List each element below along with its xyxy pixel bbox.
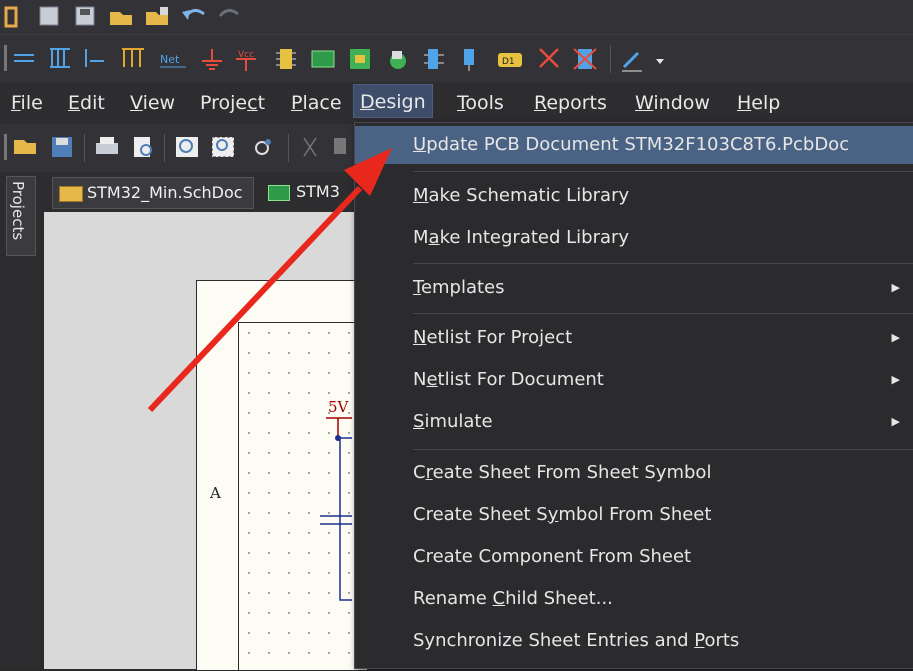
arrow-shaft [147,185,363,413]
arrow-head-icon [344,148,392,196]
annotation-arrow [147,148,392,413]
